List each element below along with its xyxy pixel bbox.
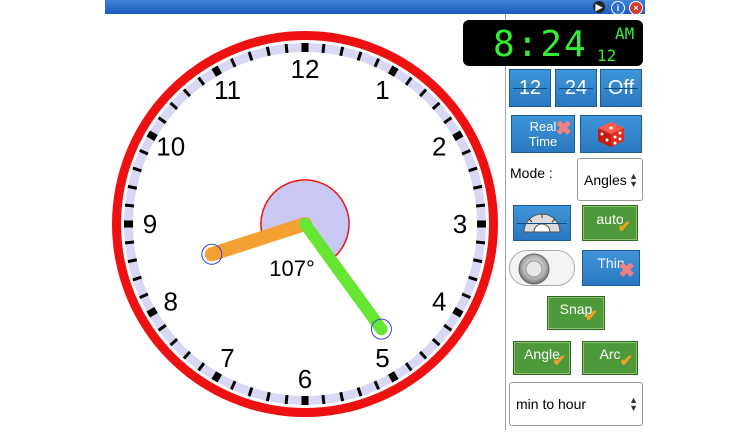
digital-ampm: AM — [615, 24, 635, 43]
select-arrows-icon: ▲ ▼ — [629, 170, 638, 189]
check-icon: ✔ — [552, 353, 566, 370]
minute-tick — [127, 184, 138, 190]
check-icon: ✔ — [619, 353, 633, 370]
clock-number-1: 1 — [375, 75, 389, 105]
minute-tick — [339, 391, 345, 402]
auto-button[interactable]: auto ✔ — [582, 205, 638, 241]
info-icon[interactable]: i — [611, 1, 625, 15]
clock-number-10: 10 — [156, 132, 185, 162]
analog-clock[interactable]: 121234567891011 107° — [105, 14, 505, 430]
minute-tick — [339, 46, 345, 57]
protractor-button[interactable] — [513, 205, 571, 241]
digital-clock-display: 8:24 AM 12 — [463, 20, 643, 66]
minute-tick — [321, 394, 326, 405]
clock-number-8: 8 — [164, 287, 178, 317]
minute-tick — [265, 46, 271, 57]
minute-hand-tip — [375, 323, 388, 336]
hour-tick — [146, 306, 158, 318]
hour-tick — [211, 371, 223, 383]
minute-tick — [472, 184, 483, 190]
dice-icon — [598, 122, 624, 147]
check-icon: ✔ — [617, 219, 631, 236]
check-icon: ✔ — [584, 308, 598, 325]
minute-tick — [124, 203, 135, 208]
measure-select[interactable]: min to hour ▲ ▼ — [509, 382, 643, 426]
digital-format: 12 — [597, 46, 617, 65]
angle-label: 107° — [269, 256, 315, 281]
hour-tick — [146, 130, 158, 142]
hour-tick — [452, 130, 464, 142]
minute-tick — [321, 43, 326, 54]
hour-tick — [452, 306, 464, 318]
x-mark-icon: ✖ — [618, 260, 635, 282]
toggle-knob-icon — [518, 253, 550, 285]
real-time-label-line1: Real — [529, 119, 557, 134]
clock-number-9: 9 — [143, 209, 157, 239]
real-time-button[interactable]: Real Time ✖ — [511, 115, 575, 153]
minute-tick — [284, 43, 289, 54]
minute-tick — [265, 391, 271, 402]
clock-number-11: 11 — [214, 75, 241, 105]
clock-number-6: 6 — [298, 364, 312, 394]
analog-clock-area: 12 1 2 3 4 5 6 7 8 9 10 11 107° — [105, 14, 505, 430]
mode-select[interactable]: Angles ▲ ▼ — [577, 158, 643, 201]
clock-number-4: 4 — [432, 287, 446, 317]
random-dice-button[interactable] — [580, 115, 642, 153]
hour-tick — [387, 371, 399, 383]
format-off-button[interactable]: Off — [600, 69, 642, 107]
mode-selected-value: Angles — [584, 171, 627, 188]
hour-hand-tip — [205, 248, 218, 261]
close-icon[interactable]: × — [629, 1, 643, 15]
measure-selected-value: min to hour — [516, 396, 587, 412]
angle-button[interactable]: Angle ✔ — [513, 341, 571, 375]
clock-number-2: 2 — [432, 132, 446, 162]
minute-tick — [475, 203, 486, 208]
thin-button[interactable]: Thin ✖ — [582, 250, 640, 286]
clock-number-3: 3 — [453, 209, 467, 239]
arc-label: Arc — [599, 346, 621, 362]
x-mark-icon: ✖ — [555, 118, 572, 140]
clock-number-5: 5 — [375, 343, 389, 373]
minute-tick — [475, 240, 486, 245]
hands-toggle[interactable] — [509, 250, 575, 286]
format-24-button[interactable]: 24 — [555, 69, 597, 107]
play-icon[interactable]: ▶ — [593, 1, 605, 13]
window-title-bar: ▶ i × — [105, 0, 645, 15]
select-arrows-icon: ▲ ▼ — [629, 395, 638, 413]
real-time-label-line2: Time — [528, 134, 558, 149]
minute-tick — [127, 258, 138, 264]
arc-button[interactable]: Arc ✔ — [582, 341, 638, 375]
format-12-button[interactable]: 12 — [509, 69, 551, 107]
mode-label: Mode : — [510, 165, 553, 181]
digital-time: 8:24 — [493, 24, 588, 65]
snap-button[interactable]: Snap ✔ — [547, 296, 605, 330]
minute-tick — [284, 394, 289, 405]
minute-tick — [472, 258, 483, 264]
clock-number-7: 7 — [220, 343, 234, 373]
minute-tick — [124, 240, 135, 245]
hour-tick — [387, 65, 399, 77]
clock-number-12: 12 — [291, 54, 320, 84]
